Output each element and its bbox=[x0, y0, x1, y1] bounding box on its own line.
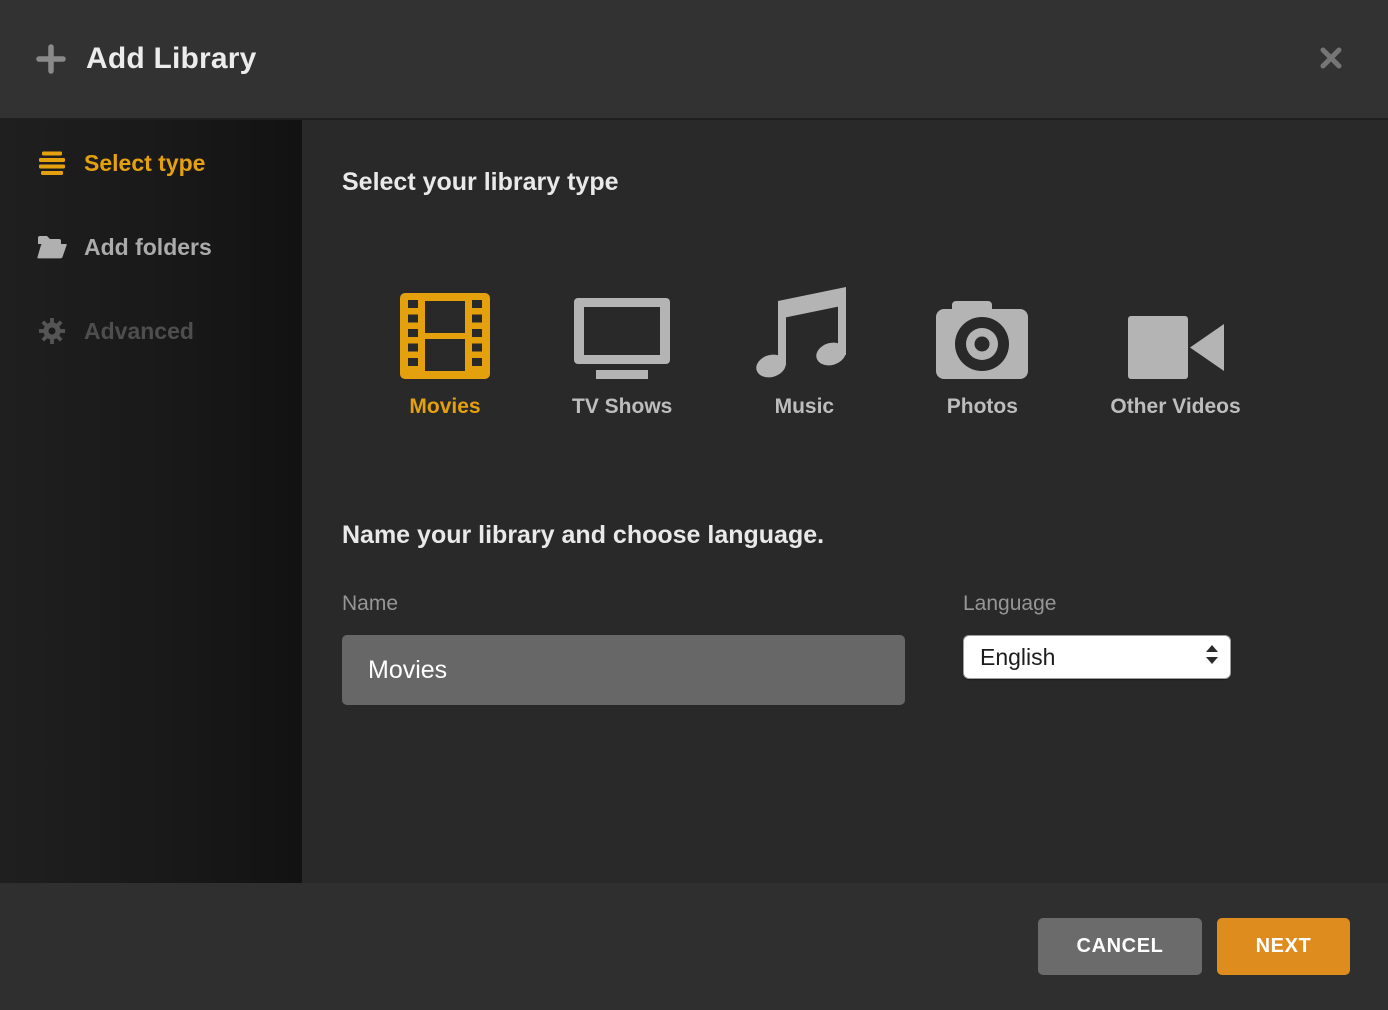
library-type-movies[interactable]: Movies bbox=[400, 293, 490, 419]
library-type-photos[interactable]: Photos bbox=[936, 293, 1028, 419]
add-icon bbox=[36, 44, 66, 74]
sidebar-item-add-folders[interactable]: Add folders bbox=[0, 205, 302, 289]
other-videos-icon bbox=[1128, 293, 1224, 379]
wizard-steps-sidebar: Select type Add folders bbox=[0, 120, 302, 883]
tv-shows-icon bbox=[574, 293, 670, 379]
name-language-form: Name Language English bbox=[342, 591, 1388, 705]
library-type-picker: Movies TV Shows bbox=[342, 293, 1388, 419]
add-library-dialog: Add Library bbox=[0, 0, 1388, 1010]
library-type-label: Photos bbox=[947, 395, 1018, 419]
add-folders-icon bbox=[36, 235, 68, 259]
language-field-label: Language bbox=[963, 591, 1231, 617]
name-section-title: Name your library and choose language. bbox=[342, 519, 1388, 551]
close-icon bbox=[1318, 45, 1344, 74]
sidebar-item-label: Add folders bbox=[84, 234, 212, 261]
cancel-button[interactable]: CANCEL bbox=[1038, 918, 1202, 975]
library-type-label: Other Videos bbox=[1110, 395, 1240, 419]
dialog-body: Select type Add folders bbox=[0, 120, 1388, 883]
library-type-tv-shows[interactable]: TV Shows bbox=[572, 293, 672, 419]
next-button[interactable]: NEXT bbox=[1217, 918, 1350, 975]
close-button[interactable] bbox=[1314, 41, 1348, 78]
sidebar-item-label: Select type bbox=[84, 150, 205, 177]
library-type-label: Music bbox=[775, 395, 835, 419]
music-icon bbox=[754, 293, 854, 379]
library-type-section-title: Select your library type bbox=[342, 166, 1388, 198]
select-arrows-icon bbox=[1206, 644, 1218, 671]
select-type-icon bbox=[36, 151, 68, 175]
library-type-music[interactable]: Music bbox=[754, 293, 854, 419]
photos-icon bbox=[936, 293, 1028, 379]
sidebar-item-advanced: Advanced bbox=[0, 289, 302, 373]
name-field-label: Name bbox=[342, 591, 905, 617]
library-name-input[interactable] bbox=[342, 635, 905, 705]
name-field-group: Name bbox=[342, 591, 905, 705]
language-selected-value: English bbox=[980, 644, 1055, 671]
dialog-title: Add Library bbox=[86, 42, 257, 76]
sidebar-item-label: Advanced bbox=[84, 318, 194, 345]
library-type-label: TV Shows bbox=[572, 395, 672, 419]
sidebar-item-select-type[interactable]: Select type bbox=[0, 121, 302, 205]
dialog-footer: CANCEL NEXT bbox=[0, 883, 1388, 1010]
language-select[interactable]: English bbox=[963, 635, 1231, 679]
library-type-label: Movies bbox=[409, 395, 480, 419]
advanced-icon bbox=[36, 318, 68, 344]
movies-icon bbox=[400, 293, 490, 379]
library-type-other-videos[interactable]: Other Videos bbox=[1110, 293, 1240, 419]
main-panel: Select your library type bbox=[302, 120, 1388, 883]
language-field-group: Language English bbox=[963, 591, 1231, 705]
dialog-header: Add Library bbox=[0, 0, 1388, 120]
